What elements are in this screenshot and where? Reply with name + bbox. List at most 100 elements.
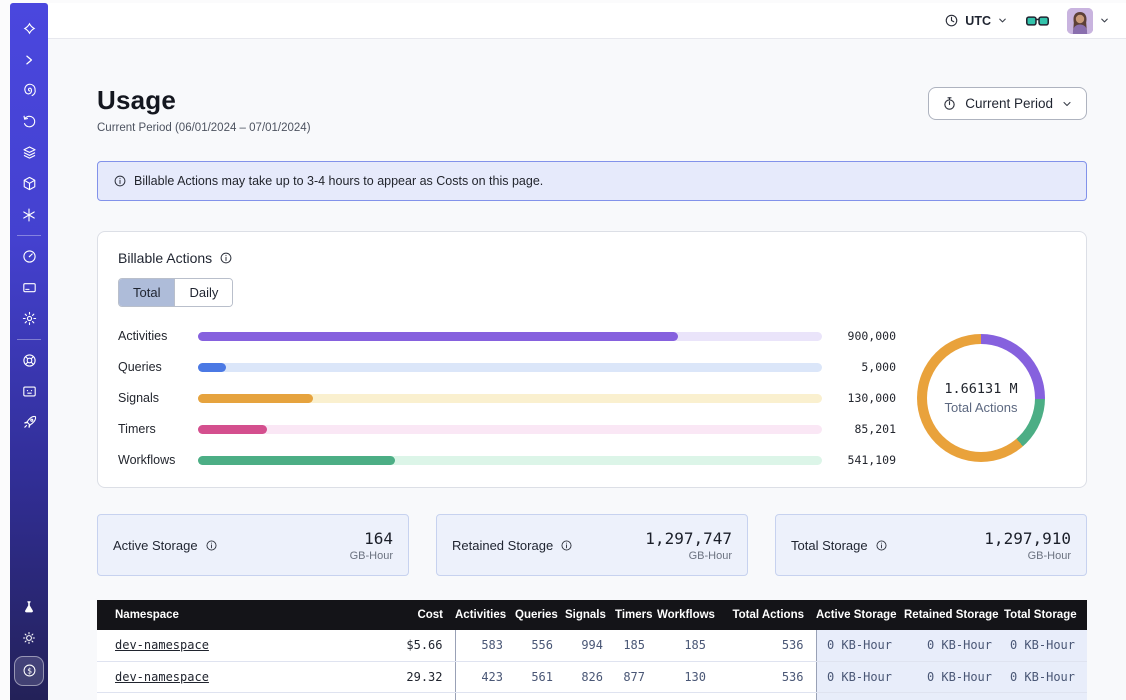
table-cell: 0 KB-Hour — [1004, 692, 1087, 700]
page-subtitle: Current Period (06/01/2024 – 07/01/2024) — [97, 122, 311, 134]
chevron-down-icon — [1061, 98, 1073, 110]
table-cell: 0 KB-Hour — [1004, 630, 1087, 661]
storage-card-active-storage: Active Storage 164 GB-Hour — [97, 514, 409, 576]
table-cell: 556 — [515, 630, 565, 661]
timezone-label: UTC — [965, 14, 991, 28]
bar-track — [198, 394, 822, 403]
namespace-link[interactable]: dev-namespace — [115, 670, 209, 684]
storage-card-unit: GB-Hour — [645, 550, 732, 562]
feedback-monitor-icon[interactable] — [15, 379, 43, 405]
sidebar-divider — [17, 339, 41, 340]
bar-label: Timers — [118, 422, 190, 436]
bar-value: 900,000 — [834, 329, 896, 343]
info-icon[interactable] — [219, 251, 233, 265]
table-cell: 492 — [455, 692, 515, 700]
bar-track — [198, 363, 822, 372]
cube-icon[interactable] — [15, 171, 43, 197]
column-header-total-actions: Total Actions — [718, 600, 816, 630]
table-cell: 600 — [657, 692, 718, 700]
layers-icon[interactable] — [15, 140, 43, 166]
bar-fill — [198, 332, 678, 341]
storage-summary-row: Active Storage164GB-HourRetained Storage… — [97, 514, 1087, 576]
bar-fill — [198, 394, 313, 403]
chevron-down-icon — [1099, 15, 1110, 26]
bar-track — [198, 456, 822, 465]
bar-label: Signals — [118, 391, 190, 405]
period-dropdown-label: Current Period — [965, 96, 1053, 111]
table-cell: $5.66 — [360, 630, 455, 661]
storage-card-unit: GB-Hour — [350, 550, 393, 562]
temporal-logo[interactable] — [15, 16, 43, 42]
table-row: dev-namespace29.324235618268771305360 KB… — [97, 661, 1087, 692]
column-header-namespace: Namespace — [97, 600, 360, 630]
bar-label: Activities — [118, 329, 190, 343]
clock-icon — [944, 13, 959, 28]
storage-card-value: 164 — [350, 529, 393, 548]
gear-icon[interactable] — [15, 306, 43, 332]
asterisk-icon[interactable] — [15, 202, 43, 228]
account-menu[interactable] — [1067, 8, 1110, 34]
storage-card-label: Total Storage — [791, 538, 868, 553]
sun-icon[interactable] — [15, 625, 43, 651]
stopwatch-icon — [942, 96, 957, 111]
column-header-timers: Timers — [615, 600, 657, 630]
table-cell: 0 KB-Hour — [816, 661, 904, 692]
info-banner-text: Billable Actions may take up to 3-4 hour… — [134, 174, 543, 188]
table-cell: 423 — [455, 661, 515, 692]
bar-fill — [198, 456, 395, 465]
tab-total[interactable]: Total — [119, 279, 174, 306]
table-header-row: NamespaceCostActivitiesQueriesSignalsTim… — [97, 600, 1087, 630]
topbar: UTC — [48, 3, 1126, 39]
gauge-icon[interactable] — [15, 244, 43, 270]
rocket-icon[interactable] — [15, 410, 43, 436]
table-cell: 826 — [565, 661, 615, 692]
bar-track — [198, 332, 822, 341]
table-cell: 883 — [565, 692, 615, 700]
flask-icon[interactable] — [15, 594, 43, 620]
billing-card-icon[interactable] — [15, 275, 43, 301]
expand-chevron-right-icon[interactable] — [15, 47, 43, 73]
bar-track — [198, 425, 822, 434]
period-dropdown-button[interactable]: Current Period — [928, 87, 1087, 120]
storage-card-unit: GB-Hour — [984, 550, 1071, 562]
chevron-down-icon — [997, 15, 1008, 26]
table-cell: 130 — [718, 692, 816, 700]
table-cell: 536 — [718, 661, 816, 692]
bar-label: Workflows — [118, 453, 190, 467]
billable-actions-tabs: TotalDaily — [118, 278, 233, 307]
bar-fill — [198, 363, 226, 372]
table-cell: 536 — [718, 630, 816, 661]
tab-daily[interactable]: Daily — [174, 279, 232, 306]
main-content: Usage Current Period (06/01/2024 – 07/01… — [48, 39, 1126, 700]
bar-row-queries: Queries5,000 — [118, 360, 896, 374]
avatar — [1067, 8, 1093, 34]
storage-card-label: Active Storage — [113, 538, 198, 553]
table-cell: 185 — [615, 630, 657, 661]
table-cell: 561 — [515, 661, 565, 692]
timezone-selector[interactable]: UTC — [944, 13, 1008, 28]
info-banner: Billable Actions may take up to 3-4 hour… — [97, 161, 1087, 201]
column-header-total-storage: Total Storage — [1004, 600, 1087, 630]
column-header-workflows: Workflows — [657, 600, 718, 630]
bar-row-timers: Timers85,201 — [118, 422, 896, 436]
bar-row-workflows: Workflows541,109 — [118, 453, 896, 467]
bar-fill — [198, 425, 267, 434]
info-icon[interactable] — [875, 539, 888, 552]
table-cell: 0 KB-Hour — [816, 692, 904, 700]
info-icon[interactable] — [560, 539, 573, 552]
usage-dollar-icon[interactable]: $ — [14, 656, 44, 686]
glasses-icon[interactable] — [1026, 14, 1049, 28]
namespace-link[interactable]: dev-namespace — [115, 638, 209, 652]
sidebar-divider — [17, 235, 41, 236]
info-icon[interactable] — [205, 539, 218, 552]
column-header-queries: Queries — [515, 600, 565, 630]
table-cell: 0 KB-Hour — [816, 630, 904, 661]
sidebar: $ — [10, 3, 48, 700]
billable-actions-title: Billable Actions — [118, 250, 212, 266]
svg-text:$: $ — [27, 666, 32, 675]
storage-card-retained-storage: Retained Storage1,297,747GB-Hour — [436, 514, 748, 576]
table-cell: 185 — [657, 630, 718, 661]
namespaces-icon[interactable] — [15, 78, 43, 104]
lifebuoy-icon[interactable] — [15, 348, 43, 374]
history-icon[interactable] — [15, 109, 43, 135]
